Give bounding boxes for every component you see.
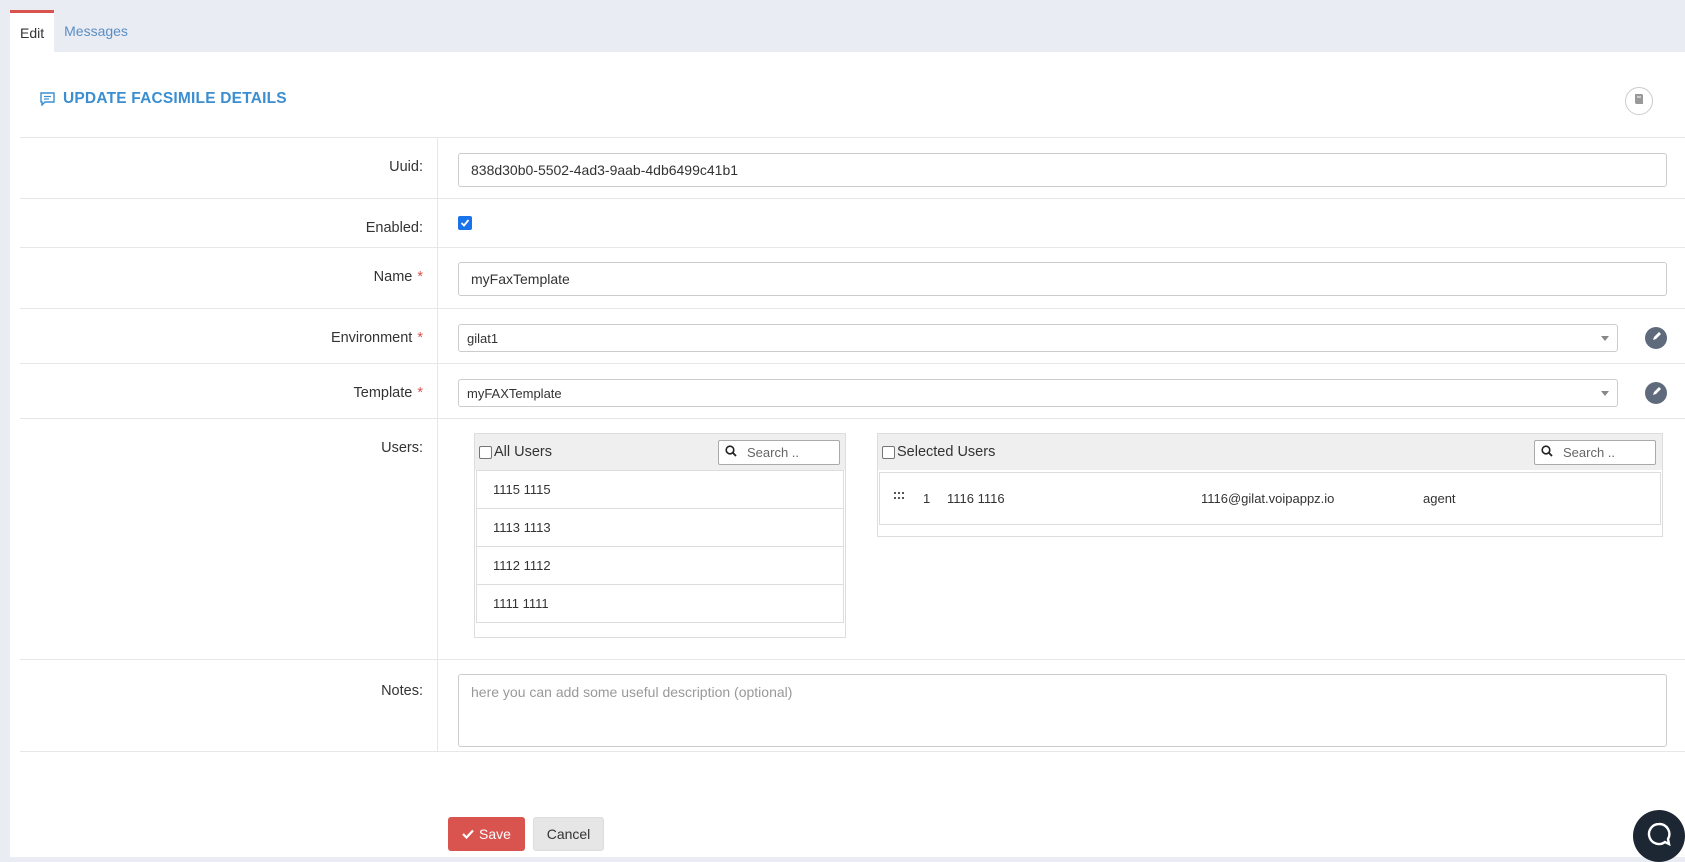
template-label: Template *	[20, 364, 438, 418]
enabled-label: Enabled:	[20, 199, 438, 247]
pencil-icon	[1651, 329, 1662, 347]
notes-row: Notes: here you can add some useful desc…	[20, 659, 1685, 751]
name-field[interactable]	[458, 262, 1667, 296]
all-users-search-placeholder: Search ..	[747, 445, 800, 460]
selected-users-title: Selected Users	[897, 444, 996, 460]
uuid-field[interactable]	[458, 153, 1667, 187]
panel-header: UPDATE FACSIMILE DETAILS	[40, 90, 287, 108]
users-label: Users:	[20, 419, 438, 659]
notes-placeholder: here you can add some useful description…	[471, 684, 793, 700]
all-users-list: All Users Search .. 1115 1115 1113 1113 …	[474, 433, 846, 638]
selected-users-checkbox[interactable]	[882, 445, 895, 459]
selected-user-index: 1	[923, 491, 931, 506]
enabled-checkbox[interactable]	[458, 216, 472, 230]
tab-messages-label: Messages	[64, 23, 128, 39]
template-value: myFAXTemplate	[467, 385, 562, 401]
tab-messages[interactable]: Messages	[54, 10, 138, 52]
page-title: UPDATE FACSIMILE DETAILS	[63, 90, 287, 107]
selected-user-role: agent	[1423, 491, 1456, 506]
search-icon	[725, 445, 737, 460]
save-button[interactable]: Save	[448, 817, 525, 851]
template-row: Template * myFAXTemplate	[20, 363, 1685, 418]
uuid-row: Uuid:	[20, 137, 1685, 198]
tab-edit-label: Edit	[20, 24, 45, 41]
selected-users-list: Selected Users Search .. 1 1116 1116 111…	[877, 433, 1663, 537]
environment-row: Environment * gilat1	[20, 308, 1685, 363]
template-label-text: Template	[353, 385, 413, 401]
users-row: Users: All Users Search .. 1115 1115 111…	[20, 418, 1685, 659]
environment-value: gilat1	[467, 330, 499, 346]
notes-label: Notes:	[20, 660, 438, 751]
edit-template-button[interactable]	[1645, 382, 1667, 404]
tab-edit[interactable]: Edit	[10, 10, 55, 52]
required-mark: *	[417, 269, 423, 285]
environment-label: Environment *	[20, 309, 438, 363]
selected-users-search-placeholder: Search ..	[1563, 445, 1616, 460]
selected-users-search-input[interactable]: Search ..	[1534, 440, 1656, 465]
name-label-text: Name	[373, 269, 413, 285]
notes-textarea[interactable]: here you can add some useful description…	[458, 674, 1667, 747]
environment-select[interactable]: gilat1	[458, 324, 1618, 352]
search-icon	[1541, 445, 1553, 460]
chevron-down-icon	[1601, 391, 1609, 396]
uuid-label: Uuid:	[20, 138, 438, 198]
all-users-search-input[interactable]: Search ..	[718, 440, 840, 465]
chat-widget-button[interactable]	[1633, 810, 1685, 862]
list-item[interactable]: 1113 1113	[476, 508, 844, 547]
chat-icon	[1646, 821, 1672, 852]
selected-users-header: Selected Users Search ..	[878, 434, 1662, 470]
chevron-down-icon	[1601, 336, 1609, 341]
comment-icon	[40, 92, 55, 106]
all-users-checkbox[interactable]	[479, 445, 492, 459]
drag-handle-icon[interactable]	[894, 488, 904, 503]
book-icon	[1633, 92, 1645, 110]
check-icon	[462, 826, 474, 842]
list-item[interactable]: 1111 1111	[476, 584, 844, 623]
form-panel: UPDATE FACSIMILE DETAILS Uuid: Enabled: …	[10, 52, 1685, 857]
selected-user-email: 1116@gilat.voipappz.io	[1201, 491, 1335, 506]
cancel-label: Cancel	[546, 826, 591, 842]
required-mark: *	[417, 385, 423, 401]
tab-bar: Edit Messages	[10, 10, 138, 52]
template-select[interactable]: myFAXTemplate	[458, 379, 1618, 407]
list-item[interactable]: 1112 1112	[476, 546, 844, 585]
name-label: Name *	[20, 248, 438, 308]
divider	[20, 751, 1685, 752]
save-label: Save	[479, 826, 511, 842]
edit-environment-button[interactable]	[1645, 327, 1667, 349]
all-users-header: All Users Search ..	[475, 434, 845, 470]
list-item[interactable]: 1115 1115	[476, 470, 844, 509]
name-row: Name *	[20, 247, 1685, 308]
enabled-row: Enabled:	[20, 198, 1685, 247]
help-button[interactable]	[1625, 87, 1653, 115]
selected-user-name: 1116 1116	[947, 491, 1005, 506]
required-mark: *	[417, 330, 423, 346]
pencil-icon	[1651, 384, 1662, 402]
environment-label-text: Environment	[330, 330, 413, 346]
selected-user-row[interactable]: 1 1116 1116 1116@gilat.voipappz.io agent	[879, 472, 1661, 525]
cancel-button[interactable]: Cancel	[533, 817, 604, 851]
all-users-title: All Users	[494, 444, 553, 460]
